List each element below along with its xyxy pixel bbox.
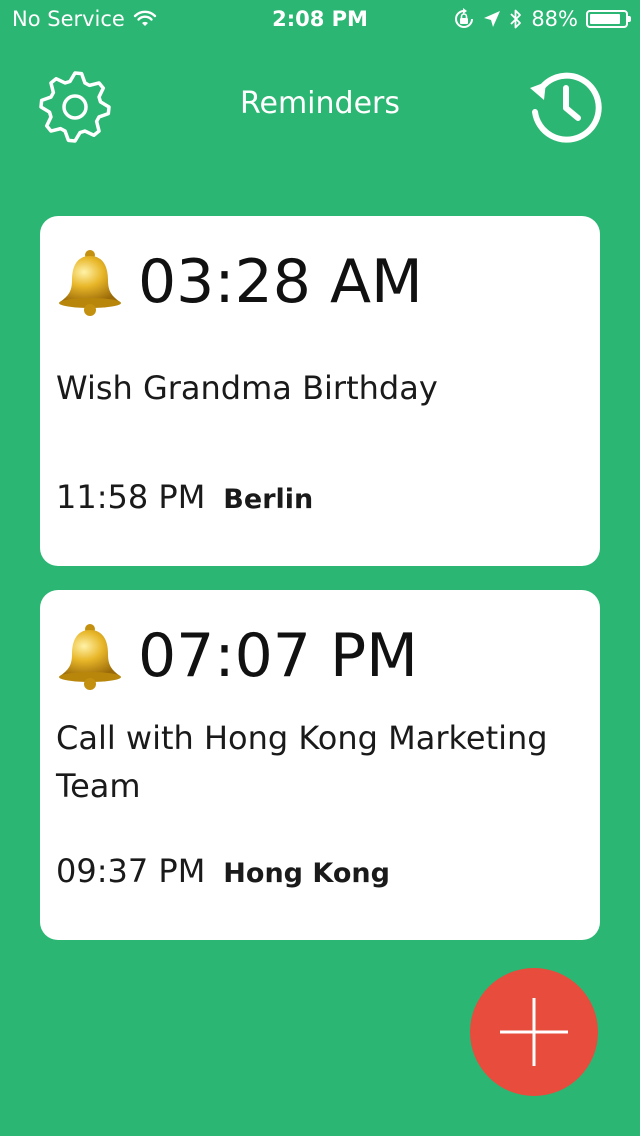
rotation-lock-icon	[455, 8, 474, 28]
city-label: Hong Kong	[223, 858, 390, 889]
local-time-row: 11:58 PM Berlin	[56, 478, 313, 516]
reminder-time: 03:28 AM	[138, 247, 423, 317]
nav-bar: Reminders	[0, 60, 640, 150]
status-bar: No Service 2:08 PM 88%	[0, 0, 640, 40]
reminder-title: Wish Grandma Birthday	[56, 369, 438, 407]
city-label: Berlin	[223, 484, 314, 515]
history-button[interactable]	[526, 68, 602, 144]
battery-level-fill	[590, 14, 620, 24]
battery-percent: 88%	[531, 7, 578, 31]
reminder-card[interactable]: 07:07 PM Call with Hong Kong Marketing T…	[40, 590, 600, 940]
location-arrow-icon	[484, 11, 501, 27]
bluetooth-icon	[510, 9, 522, 29]
reminder-card[interactable]: 03:28 AM Wish Grandma Birthday 11:58 PM …	[40, 216, 600, 566]
battery-icon	[586, 10, 631, 28]
local-time-row: 09:37 PM Hong Kong	[56, 852, 390, 890]
history-icon	[530, 72, 602, 143]
add-reminder-button[interactable]	[470, 968, 598, 1096]
bell-icon	[59, 250, 121, 316]
local-time: 09:37 PM	[56, 852, 206, 890]
bell-icon	[59, 624, 121, 690]
plus-icon	[500, 998, 568, 1066]
status-right: 88%	[453, 7, 631, 31]
reminder-time: 07:07 PM	[138, 621, 418, 691]
local-time: 11:58 PM	[56, 478, 206, 516]
reminder-title: Call with Hong Kong Marketing Team	[56, 719, 548, 805]
